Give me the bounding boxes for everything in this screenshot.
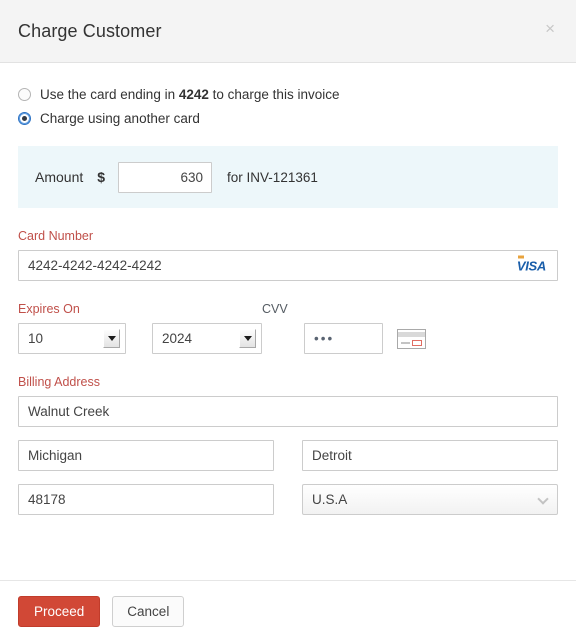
billing-state-input[interactable] xyxy=(18,440,274,471)
cancel-button[interactable]: Cancel xyxy=(112,595,185,628)
amount-label: Amount xyxy=(35,169,84,185)
modal-footer: Proceed Cancel xyxy=(0,580,576,642)
expiry-month-select[interactable]: 10 xyxy=(18,323,126,354)
card-number-input[interactable] xyxy=(18,250,558,281)
expiry-month-value: 10 xyxy=(28,331,44,346)
charge-customer-modal: Charge Customer × Use the card ending in… xyxy=(0,0,576,642)
payment-option-existing-card-label: Use the card ending in 4242 to charge th… xyxy=(40,87,339,102)
billing-zip-input[interactable] xyxy=(18,484,274,515)
close-icon[interactable]: × xyxy=(541,18,559,39)
option-text-after: to charge this invoice xyxy=(208,87,340,102)
expiry-year-select[interactable]: 2024 xyxy=(152,323,262,354)
payment-option-another-card[interactable]: Charge using another card xyxy=(18,111,558,126)
card-number-wrapper: VISA xyxy=(18,250,558,281)
expires-on-label: Expires On xyxy=(18,302,80,316)
billing-zip-country-row: U.S.A xyxy=(18,484,558,515)
radio-icon-existing-card[interactable] xyxy=(18,88,31,101)
amount-panel: Amount $ for INV-121361 xyxy=(18,146,558,208)
chevron-down-icon-month[interactable] xyxy=(103,329,120,348)
radio-icon-another-card[interactable] xyxy=(18,112,31,125)
card-stripe xyxy=(398,331,425,337)
billing-country-select[interactable]: U.S.A xyxy=(302,484,558,515)
invoice-reference: for INV-121361 xyxy=(227,169,318,185)
modal-header: Charge Customer × xyxy=(0,0,576,63)
option-card-last4: 4242 xyxy=(178,87,209,102)
amount-input[interactable] xyxy=(118,161,213,193)
billing-city-input[interactable] xyxy=(302,440,558,471)
currency-symbol: $ xyxy=(97,169,106,185)
page-title: Charge Customer xyxy=(18,20,162,41)
cvv-input[interactable] xyxy=(304,323,383,354)
billing-country-value: U.S.A xyxy=(312,492,348,507)
proceed-button[interactable]: Proceed xyxy=(18,595,101,628)
billing-address-label: Billing Address xyxy=(18,375,100,389)
expiry-cvv-row: 10 2024 xyxy=(18,323,558,354)
chevron-down-icon xyxy=(539,495,548,504)
option-text-before: Use the card ending in xyxy=(40,87,179,102)
payment-option-existing-card[interactable]: Use the card ending in 4242 to charge th… xyxy=(18,87,558,102)
cvv-label: CVV xyxy=(262,302,288,316)
credit-card-back-icon xyxy=(397,328,426,349)
expiry-year-value: 2024 xyxy=(162,331,193,346)
billing-state-city-row xyxy=(18,440,558,471)
chevron-down-icon-year[interactable] xyxy=(239,329,256,348)
modal-body: Use the card ending in 4242 to charge th… xyxy=(0,63,576,515)
card-signature-line xyxy=(401,341,410,344)
card-number-label: Card Number xyxy=(18,229,94,243)
card-cvv-highlight xyxy=(412,339,422,346)
payment-option-another-card-label: Charge using another card xyxy=(40,111,200,126)
billing-street-input[interactable] xyxy=(18,396,558,427)
